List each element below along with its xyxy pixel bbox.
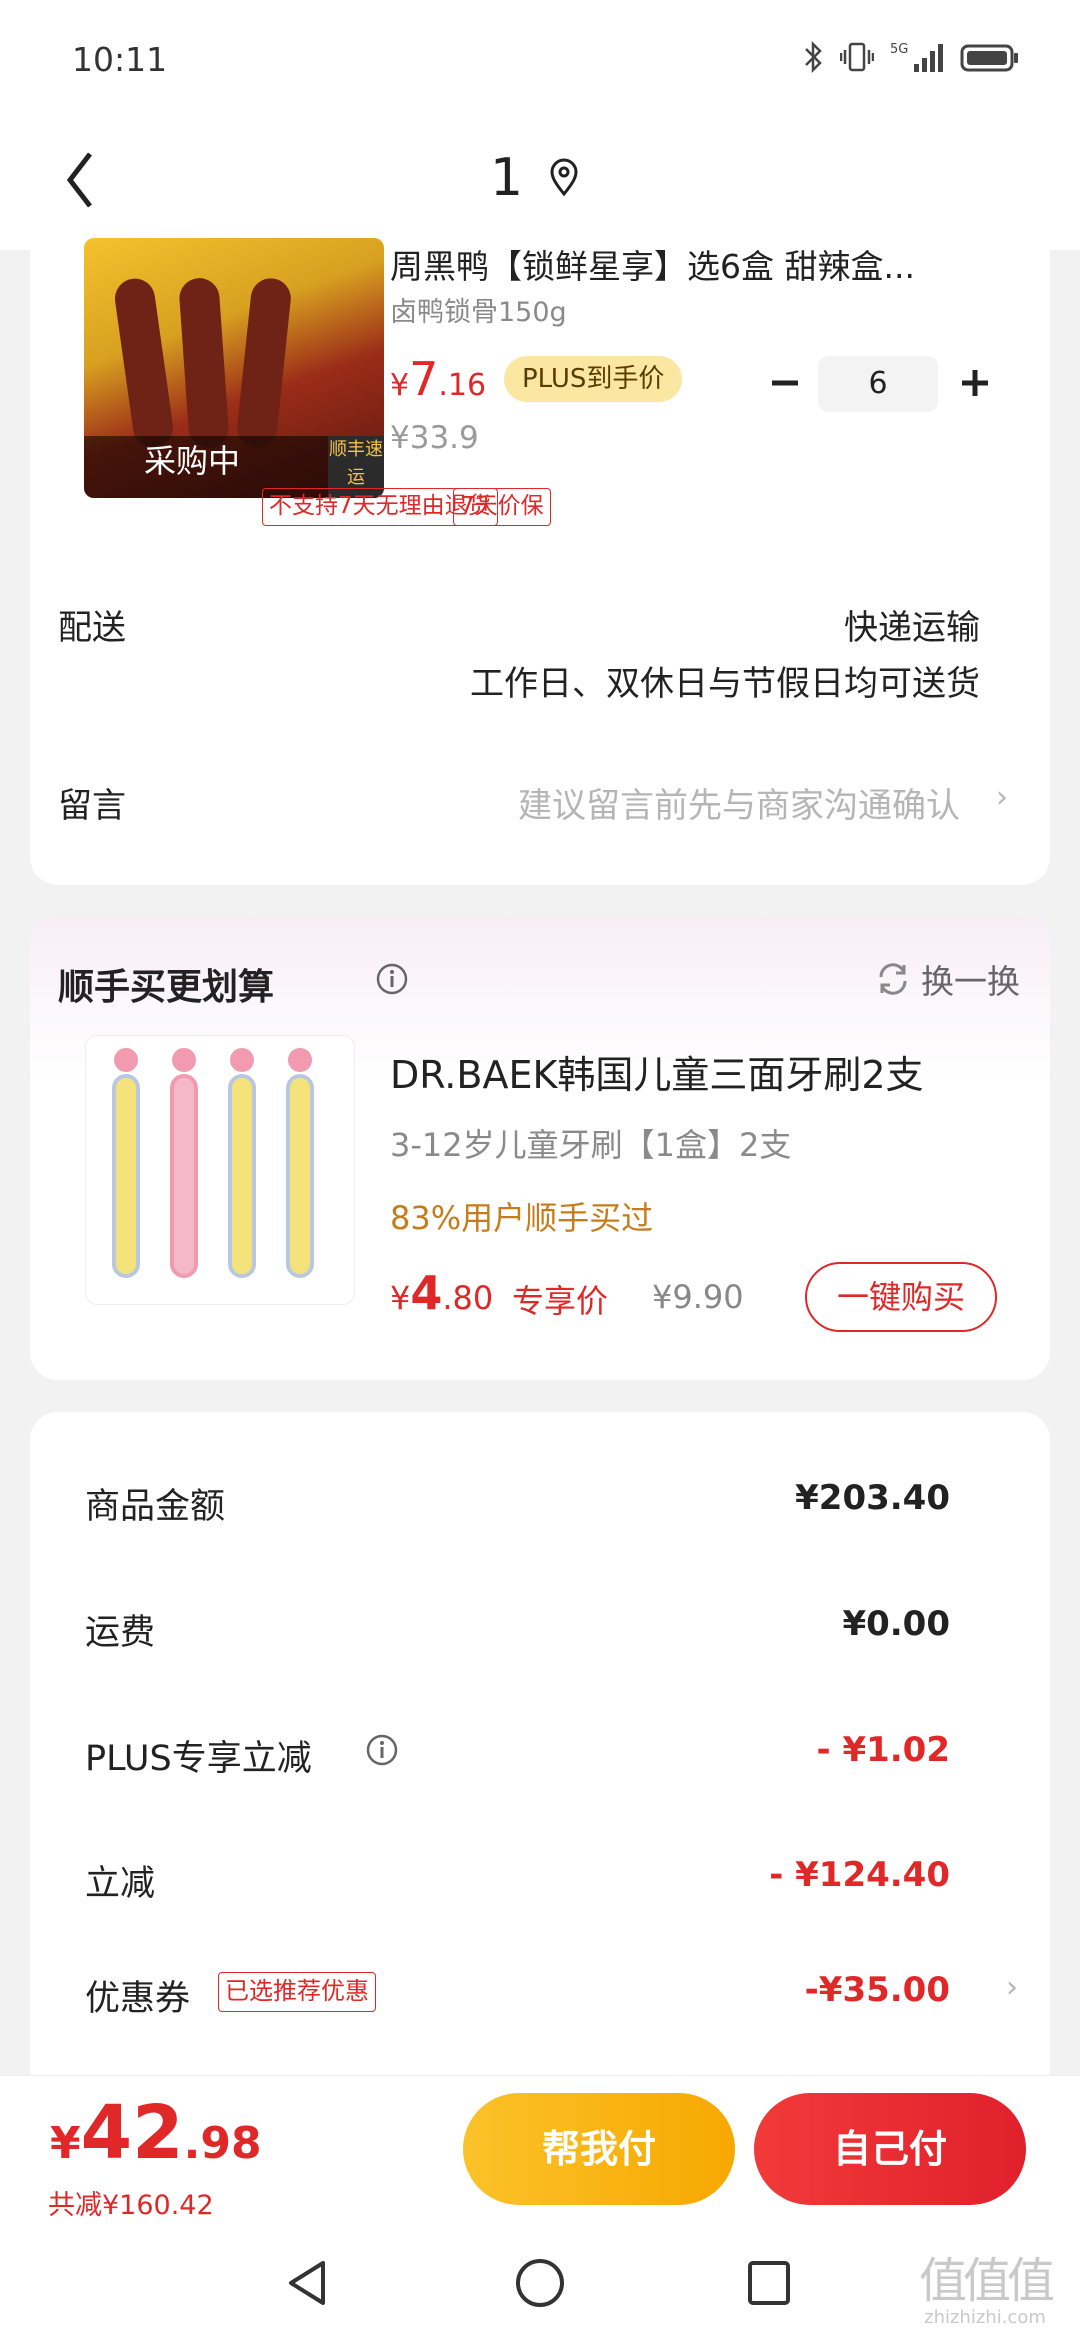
help-pay-button[interactable]: 帮我付	[463, 2093, 735, 2205]
addon-title: 顺手买更划算	[58, 967, 275, 1008]
toothbrush-illustration	[112, 1048, 314, 1278]
message-label: 留言	[58, 786, 126, 826]
chevron-right-icon: ›	[996, 780, 1008, 815]
summary-value-discount: - ¥124.40	[769, 1855, 950, 1895]
total-saved: 共减¥160.42	[48, 2190, 214, 2221]
addon-price: ¥4.80	[390, 1266, 493, 1320]
coupon-selected-tag: 已选推荐优惠	[218, 1972, 376, 2012]
toothbrush-image[interactable]	[85, 1035, 355, 1305]
back-icon	[66, 152, 92, 208]
plus-price-tag: PLUS到手价	[504, 356, 683, 402]
info-icon[interactable]	[375, 962, 409, 996]
addon-item-title[interactable]: DR.BAEK韩国儿童三面牙刷2支	[390, 1044, 924, 1099]
price-protect-tag: 7天价保	[453, 488, 551, 526]
status-icons: 5G	[804, 40, 1020, 74]
price-decimal: .80	[442, 1279, 494, 1317]
currency-symbol: ¥	[390, 1279, 411, 1317]
addon-item-popularity: 83%用户顺手买过	[390, 1199, 654, 1237]
nav-recents-icon[interactable]	[744, 2255, 794, 2311]
status-time: 10:11	[72, 40, 168, 79]
battery-icon	[960, 44, 1018, 72]
summary-value-coupon[interactable]: -¥35.00	[805, 1970, 950, 2010]
watermark-logo: 值值值	[918, 2253, 1055, 2309]
currency-symbol: ¥	[390, 368, 410, 403]
original-price: ¥33.9	[390, 420, 479, 456]
watermark: 值值值 zhizhizhi.com	[910, 2255, 1060, 2328]
summary-value-goods: ¥203.40	[795, 1478, 950, 1518]
signal-5g-icon: 5G	[890, 42, 943, 72]
page-title: 1	[490, 148, 524, 208]
quantity-increase-button[interactable]	[950, 358, 1000, 408]
bluetooth-icon	[805, 40, 822, 74]
delivery-label: 配送	[58, 608, 126, 648]
summary-label-plus: PLUS专享立减	[85, 1739, 312, 1779]
one-click-buy-button[interactable]: 一键购买	[805, 1262, 997, 1332]
summary-value-shipping: ¥0.00	[842, 1604, 950, 1644]
price-decimal: .16	[438, 368, 487, 403]
summary-value-plus: - ¥1.02	[816, 1730, 951, 1770]
addon-original-price: ¥9.90	[652, 1278, 744, 1316]
price-integer: 4	[410, 1266, 443, 1320]
nav-bar: 1	[0, 120, 1080, 250]
nav-home-icon[interactable]	[512, 2255, 568, 2311]
order-product-card: 采购中 顺丰速运 周黑鸭【锁鲜星享】选6盒 甜辣盒... 卤鸭锁骨150g ¥7…	[30, 238, 1050, 885]
vibrate-icon	[840, 42, 874, 72]
back-button[interactable]	[60, 140, 120, 220]
info-icon[interactable]	[365, 1733, 399, 1767]
self-pay-button[interactable]: 自己付	[754, 2093, 1026, 2205]
product-title[interactable]: 周黑鸭【锁鲜星享】选6盒 甜辣盒...	[390, 240, 1010, 288]
nav-back-icon[interactable]	[283, 2255, 333, 2311]
product-image-shape	[112, 276, 176, 450]
quantity-input[interactable]: 6	[818, 356, 938, 412]
plus-icon	[962, 370, 988, 396]
chevron-right-icon[interactable]: ›	[1006, 1970, 1018, 2005]
delivery-method[interactable]: 快递运输	[844, 600, 980, 649]
price-integer: 7	[409, 352, 439, 406]
summary-label-discount: 立减	[85, 1864, 156, 1904]
product-image-shape	[178, 276, 230, 450]
purchasing-label: 采购中	[144, 442, 241, 480]
minus-icon	[772, 380, 798, 386]
svg-text:5G: 5G	[890, 42, 908, 57]
summary-label-coupon[interactable]: 优惠券	[85, 1970, 190, 2021]
status-bar: 10:11 5G	[0, 0, 1080, 120]
product-price: ¥7.16	[390, 352, 486, 406]
quantity-decrease-button[interactable]	[760, 358, 810, 408]
product-image[interactable]: 采购中 顺丰速运	[84, 238, 384, 498]
addon-item-subtitle: 3-12岁儿童牙刷【1盒】2支	[390, 1126, 792, 1164]
total-decimal: .98	[183, 2118, 262, 2169]
watermark-url: zhizhizhi.com	[924, 2307, 1046, 2328]
refresh-icon	[879, 963, 907, 995]
delivery-schedule[interactable]: 工作日、双休日与节假日均可送货	[470, 656, 980, 705]
total-integer: 42	[80, 2090, 184, 2176]
total-price: ¥42.98	[50, 2090, 262, 2176]
refresh-button[interactable]: 换一换	[875, 955, 1020, 1003]
summary-label-shipping: 运费	[85, 1613, 156, 1653]
currency-symbol: ¥	[50, 2118, 81, 2169]
location-icon[interactable]	[548, 158, 580, 198]
summary-label-goods: 商品金额	[85, 1487, 226, 1527]
product-image-shape	[235, 276, 293, 450]
refresh-label: 换一换	[921, 962, 1020, 1001]
exclusive-price-label: 专享价	[512, 1282, 609, 1320]
product-spec: 卤鸭锁骨150g	[390, 297, 567, 328]
message-input[interactable]: 建议留言前先与商家沟通确认	[518, 778, 960, 827]
